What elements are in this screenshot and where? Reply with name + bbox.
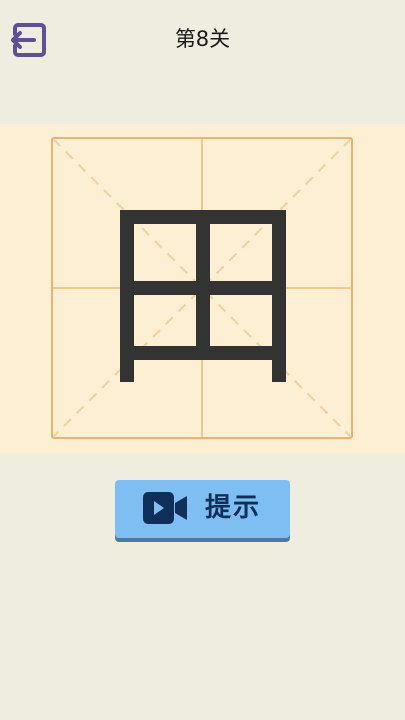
puzzle-character[interactable]: 田 xyxy=(120,210,286,382)
level-title: 第8关 xyxy=(174,27,231,51)
hint-label: 提示 xyxy=(205,493,262,523)
video-camera-icon xyxy=(143,492,187,524)
top-bar: 第8关 xyxy=(0,0,405,80)
hint-button[interactable]: 提示 xyxy=(115,480,290,538)
